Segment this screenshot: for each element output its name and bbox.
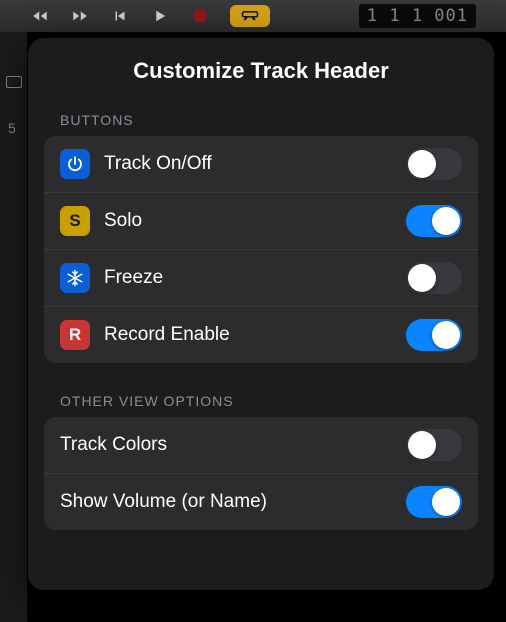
settings-row: R Record Enable [44, 307, 478, 363]
row-label: Track Colors [60, 434, 406, 456]
rewind-button[interactable] [30, 6, 50, 26]
time-display: 1 1 1 001 [359, 4, 476, 28]
settings-group: Track Colors Show Volume (or Name) [44, 417, 478, 530]
power-icon [60, 149, 90, 179]
toggle-knob [408, 431, 436, 459]
row-label: Show Volume (or Name) [60, 491, 406, 513]
toggle-knob [408, 264, 436, 292]
record-button[interactable] [190, 6, 210, 26]
row-label: Track On/Off [104, 153, 406, 175]
popover-title: Customize Track Header [28, 58, 494, 84]
section-header: OTHER VIEW OPTIONS [28, 393, 494, 417]
toggle-knob [408, 150, 436, 178]
customize-track-header-popover: Customize Track Header BUTTONSTrack On/O… [28, 38, 494, 590]
track-number: 5 [8, 120, 16, 136]
row-label: Record Enable [104, 324, 406, 346]
toggle-knob [432, 488, 460, 516]
toggle-switch[interactable] [406, 262, 462, 294]
track-list-sidebar: 5 [0, 32, 28, 622]
transport-toolbar: 1 1 1 001 [0, 0, 506, 32]
snowflake-icon [60, 263, 90, 293]
track-header-box[interactable] [6, 76, 22, 88]
section-header: BUTTONS [28, 112, 494, 136]
settings-row: S Solo [44, 193, 478, 250]
row-label: Freeze [104, 267, 406, 289]
toggle-knob [432, 207, 460, 235]
toggle-switch[interactable] [406, 319, 462, 351]
s-letter-icon: S [60, 206, 90, 236]
play-button[interactable] [150, 6, 170, 26]
settings-row: Freeze [44, 250, 478, 307]
toggle-knob [432, 321, 460, 349]
toggle-switch[interactable] [406, 429, 462, 461]
toggle-switch[interactable] [406, 205, 462, 237]
r-letter-icon: R [60, 320, 90, 350]
cycle-loop-button[interactable] [230, 5, 270, 27]
settings-group: Track On/Off S Solo Freeze R Record Enable [44, 136, 478, 363]
go-to-start-button[interactable] [110, 6, 130, 26]
fast-forward-button[interactable] [70, 6, 90, 26]
toggle-switch[interactable] [406, 486, 462, 518]
toggle-switch[interactable] [406, 148, 462, 180]
settings-row: Track On/Off [44, 136, 478, 193]
settings-row: Show Volume (or Name) [44, 474, 478, 530]
row-label: Solo [104, 210, 406, 232]
settings-row: Track Colors [44, 417, 478, 474]
